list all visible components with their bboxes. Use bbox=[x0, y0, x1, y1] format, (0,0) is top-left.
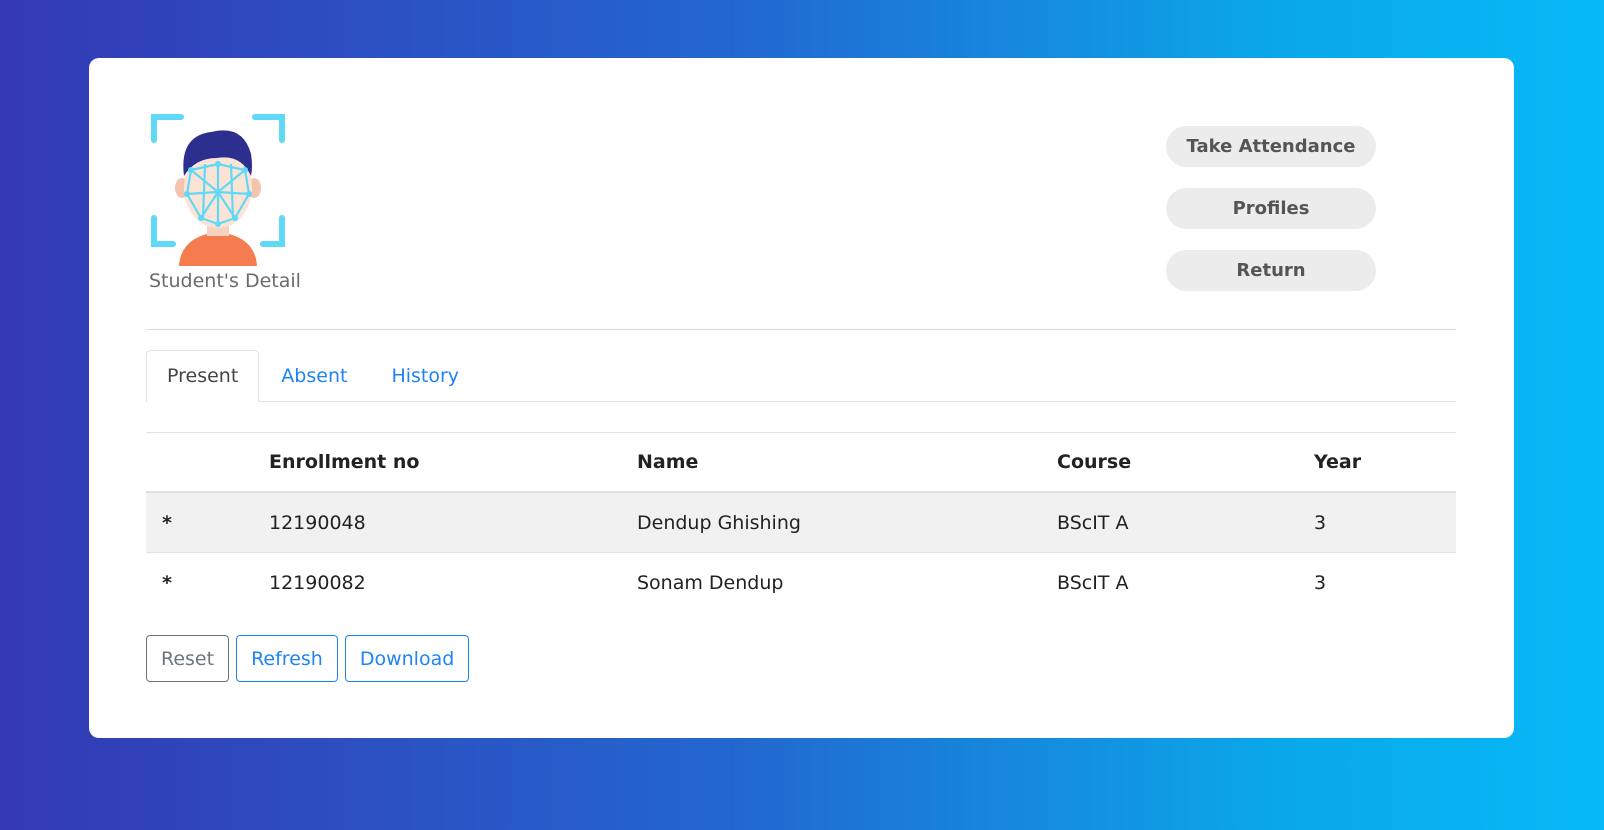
refresh-button[interactable]: Refresh bbox=[236, 635, 338, 682]
name-cell: Sonam Dendup bbox=[637, 571, 784, 594]
table-row[interactable]: * 12190048 Dendup Ghishing BScIT A 3 bbox=[146, 492, 1456, 553]
logo-caption: Student's Detail bbox=[149, 270, 301, 292]
nav-buttons: Take Attendance Profiles Return bbox=[1166, 126, 1376, 312]
student-detail-card: Student's Detail Take Attendance Profile… bbox=[89, 58, 1514, 738]
tab-history[interactable]: History bbox=[369, 351, 481, 401]
enrollment-cell: 12190082 bbox=[269, 571, 366, 594]
column-header-year: Year bbox=[1314, 432, 1456, 493]
tab-bar: Present Absent History bbox=[146, 350, 1456, 402]
column-header-course: Course bbox=[1057, 432, 1314, 493]
tab-absent[interactable]: Absent bbox=[259, 351, 369, 401]
profiles-button[interactable]: Profiles bbox=[1166, 188, 1376, 229]
name-cell: Dendup Ghishing bbox=[637, 492, 1057, 553]
year-cell: 3 bbox=[1314, 571, 1327, 594]
header-divider bbox=[146, 329, 1456, 330]
row-marker: * bbox=[146, 492, 269, 553]
attendance-table: Enrollment no Name Course Year * 1219004… bbox=[146, 432, 1456, 612]
table-header-row: Enrollment no Name Course Year bbox=[146, 432, 1456, 493]
return-button[interactable]: Return bbox=[1166, 250, 1376, 291]
reset-button[interactable]: Reset bbox=[146, 635, 230, 682]
column-header-enrollment: Enrollment no bbox=[269, 432, 637, 493]
logo-block: Student's Detail bbox=[149, 114, 331, 292]
course-cell: BScIT A bbox=[1057, 571, 1129, 594]
enrollment-cell: 12190048 bbox=[269, 492, 637, 553]
table-row[interactable]: * 12190082 Sonam Dendup BScIT A 3 bbox=[146, 553, 1456, 613]
year-cell: 3 bbox=[1314, 492, 1456, 553]
row-marker: * bbox=[162, 571, 172, 594]
course-cell: BScIT A bbox=[1057, 492, 1314, 553]
column-header-name: Name bbox=[637, 432, 1057, 493]
take-attendance-button[interactable]: Take Attendance bbox=[1166, 126, 1376, 167]
tab-present[interactable]: Present bbox=[146, 350, 260, 402]
table-actions: Reset Refresh Download bbox=[146, 635, 470, 682]
face-recognition-icon bbox=[151, 114, 285, 266]
column-header-marker bbox=[146, 432, 269, 493]
download-button[interactable]: Download bbox=[344, 635, 470, 682]
